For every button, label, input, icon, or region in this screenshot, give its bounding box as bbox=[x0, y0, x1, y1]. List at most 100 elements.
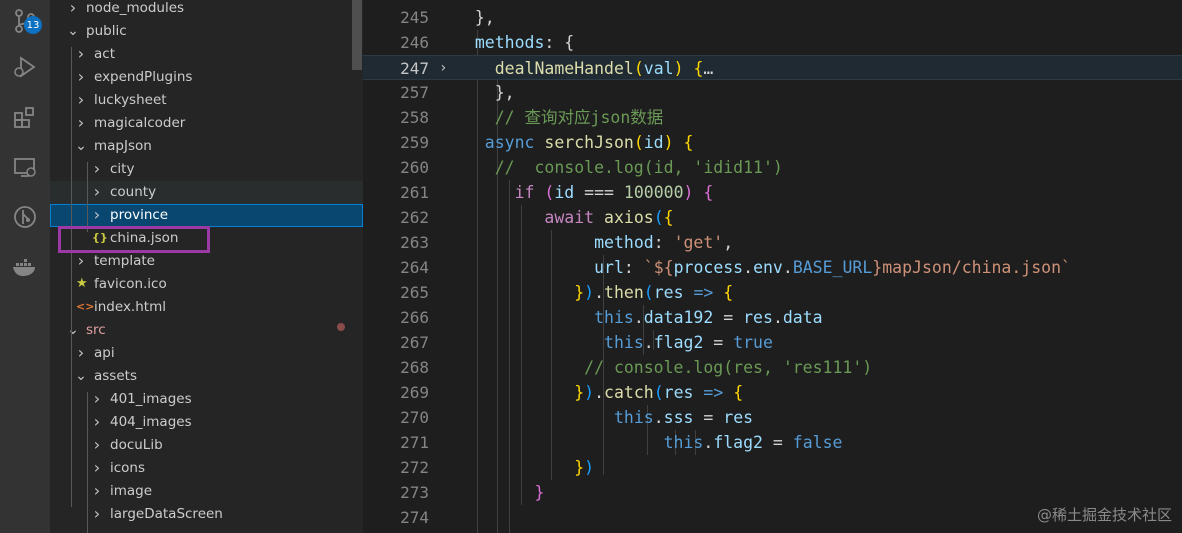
chevron-right-icon[interactable]: › bbox=[74, 66, 88, 89]
code-token: , bbox=[723, 233, 734, 252]
tree-folder[interactable]: ⌄ mapJson bbox=[50, 135, 363, 158]
chevron-down-icon[interactable]: ⌄ bbox=[66, 20, 80, 43]
code-text: this.sss = res bbox=[455, 405, 753, 430]
explorer-scrollbar-thumb[interactable] bbox=[352, 0, 362, 70]
chevron-right-icon[interactable]: › bbox=[90, 158, 104, 181]
line-number: 271 bbox=[400, 433, 429, 452]
tree-item-label: luckysheet bbox=[94, 92, 167, 108]
code-line[interactable]: 264 url: `${process.env.BASE_URL}mapJson… bbox=[363, 255, 1182, 280]
tree-item-label: icons bbox=[110, 460, 146, 476]
chevron-down-icon[interactable]: ⌄ bbox=[66, 319, 80, 342]
code-text: }).then(res => { bbox=[455, 280, 733, 305]
tree-folder[interactable]: › county bbox=[50, 181, 363, 204]
code-token: => bbox=[693, 283, 714, 302]
code-line[interactable]: 245 }, bbox=[363, 5, 1182, 30]
chevron-right-icon[interactable]: › bbox=[90, 434, 104, 457]
code-editor[interactable]: 245 }, 246 methods: {247 › dealNameHandel(… bbox=[363, 0, 1182, 533]
code-line[interactable]: 268 // console.log(res, 'res111') bbox=[363, 355, 1182, 380]
extensions-icon[interactable] bbox=[8, 100, 42, 134]
code-line[interactable]: 260 // console.log(id, 'idid11') bbox=[363, 155, 1182, 180]
code-token: { bbox=[723, 283, 734, 302]
code-line[interactable]: 262 await axios({ bbox=[363, 205, 1182, 230]
code-line[interactable]: 261 if (id === 100000) { bbox=[363, 180, 1182, 205]
code-token: axios bbox=[604, 208, 654, 227]
code-token: catch bbox=[604, 383, 654, 402]
tree-item-label: public bbox=[86, 23, 127, 39]
code-token: { bbox=[683, 133, 694, 152]
code-line[interactable]: 271 this.flag2 = false bbox=[363, 430, 1182, 455]
tree-folder[interactable]: ⌄ public bbox=[50, 20, 363, 43]
tree-folder[interactable]: › docuLib bbox=[50, 434, 363, 457]
code-line[interactable]: 257 }, bbox=[363, 80, 1182, 105]
tree-folder[interactable]: › expendPlugins bbox=[50, 66, 363, 89]
code-line[interactable]: 259 async serchJson(id) { bbox=[363, 130, 1182, 155]
tree-folder[interactable]: › province bbox=[50, 204, 363, 227]
tree-file[interactable]: ★ favicon.ico bbox=[50, 273, 363, 296]
code-line[interactable]: 273 } bbox=[363, 480, 1182, 505]
line-number: 262 bbox=[400, 208, 429, 227]
tree-folder[interactable]: › image bbox=[50, 480, 363, 503]
code-line[interactable]: 247 › dealNameHandel(val) {… bbox=[363, 55, 1182, 80]
code-line[interactable]: 270 this.sss = res bbox=[363, 405, 1182, 430]
code-text: }, bbox=[455, 5, 495, 30]
code-token: }, bbox=[455, 83, 515, 102]
run-debug-icon[interactable] bbox=[8, 50, 42, 84]
tree-folder[interactable]: › city bbox=[50, 158, 363, 181]
tree-item-label: template bbox=[94, 253, 155, 269]
tree-folder[interactable]: › act bbox=[50, 43, 363, 66]
tree-folder[interactable]: › icons bbox=[50, 457, 363, 480]
chevron-right-icon[interactable]: › bbox=[74, 342, 88, 365]
code-line[interactable]: 246 methods: { bbox=[363, 30, 1182, 55]
code-line[interactable]: 265 }).then(res => { bbox=[363, 280, 1182, 305]
chevron-right-icon[interactable]: › bbox=[66, 0, 80, 20]
line-number: 273 bbox=[400, 483, 429, 502]
tree-folder[interactable]: › luckysheet bbox=[50, 89, 363, 112]
chevron-right-icon[interactable]: › bbox=[90, 204, 104, 227]
tree-folder[interactable]: ⌄ assets bbox=[50, 365, 363, 388]
tree-folder[interactable]: › api bbox=[50, 342, 363, 365]
line-number: 274 bbox=[400, 508, 429, 527]
code-line[interactable]: 269 }).catch(res => { bbox=[363, 380, 1182, 405]
code-token: = bbox=[713, 308, 744, 327]
code-line[interactable]: 263 method: 'get', bbox=[363, 230, 1182, 255]
chevron-right-icon[interactable]: › bbox=[90, 457, 104, 480]
tree-item-label: favicon.ico bbox=[94, 276, 167, 292]
code-line[interactable]: 267 this.flag2 = true bbox=[363, 330, 1182, 355]
code-text: } bbox=[455, 480, 544, 505]
code-token: ) bbox=[663, 133, 674, 152]
tree-folder[interactable]: › node_modules bbox=[50, 0, 363, 20]
chevron-right-icon[interactable]: › bbox=[74, 112, 88, 135]
code-token: … bbox=[703, 59, 714, 78]
git-graph-icon[interactable] bbox=[8, 200, 42, 234]
code-line[interactable]: 258 // 查询对应json数据 bbox=[363, 105, 1182, 130]
remote-explorer-icon[interactable] bbox=[8, 150, 42, 184]
code-line[interactable]: 272 }) bbox=[363, 455, 1182, 480]
chevron-down-icon[interactable]: ⌄ bbox=[74, 365, 88, 388]
chevron-right-icon[interactable]: › bbox=[90, 388, 104, 411]
code-token: . bbox=[633, 308, 644, 327]
tree-folder[interactable]: ⌄ src bbox=[50, 319, 363, 342]
code-line[interactable]: 266 this.data192 = res.data bbox=[363, 305, 1182, 330]
tree-folder[interactable]: › 401_images bbox=[50, 388, 363, 411]
tree-file[interactable]: <> index.html bbox=[50, 296, 363, 319]
tree-folder[interactable]: › largeDataScreen bbox=[50, 503, 363, 526]
tree-folder[interactable]: › template bbox=[50, 250, 363, 273]
chevron-right-icon[interactable]: › bbox=[74, 43, 88, 66]
chevron-right-icon[interactable]: › bbox=[90, 503, 104, 526]
chevron-right-icon[interactable]: › bbox=[90, 411, 104, 434]
chevron-right-icon[interactable]: › bbox=[90, 480, 104, 503]
tree-folder[interactable]: › magicalcoder bbox=[50, 112, 363, 135]
chevron-right-icon[interactable]: › bbox=[90, 181, 104, 204]
docker-icon[interactable] bbox=[8, 250, 42, 284]
tree-folder[interactable]: › 404_images bbox=[50, 411, 363, 434]
code-token: : { bbox=[544, 33, 575, 52]
explorer-tree: › node_modules ⌄ public › act › expendPlugins › l… bbox=[50, 0, 363, 533]
chevron-right-icon[interactable]: › bbox=[74, 250, 88, 273]
chevron-right-icon[interactable]: › bbox=[74, 89, 88, 112]
fold-chevron-icon[interactable]: › bbox=[439, 56, 447, 81]
chevron-down-icon[interactable]: ⌄ bbox=[74, 135, 88, 158]
